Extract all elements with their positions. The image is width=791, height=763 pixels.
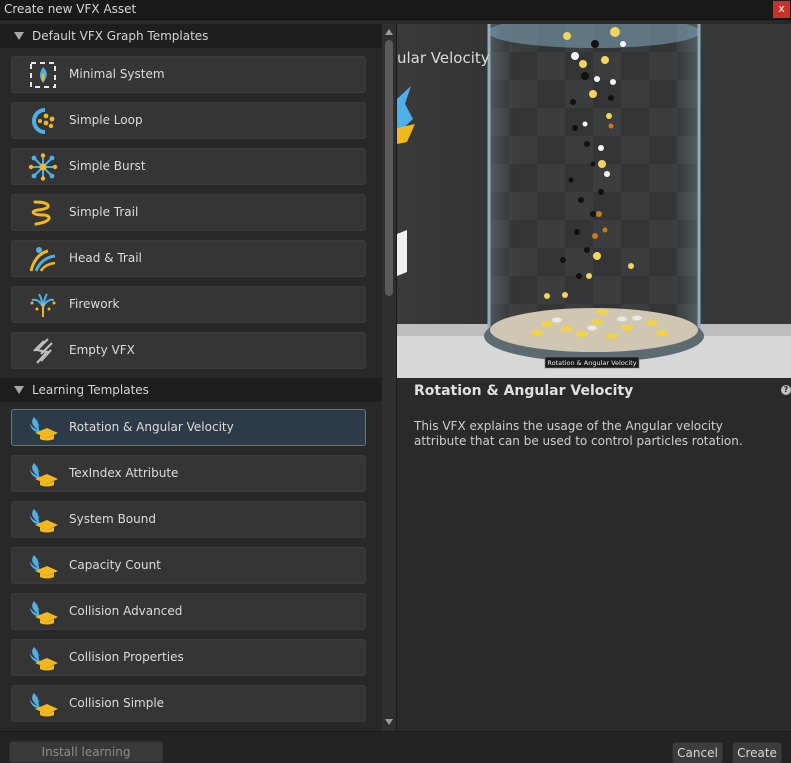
- template-label: Collision Advanced: [69, 604, 183, 618]
- simple-trail-icon: [28, 199, 58, 227]
- template-item-minimal-system[interactable]: Minimal System: [11, 56, 366, 93]
- template-label: Minimal System: [69, 67, 165, 81]
- section-header-learning[interactable]: Learning Templates: [0, 378, 382, 402]
- template-label: Collision Properties: [69, 650, 184, 664]
- learning-template-icon: [28, 414, 58, 442]
- template-item-capacity-count[interactable]: Capacity Count: [11, 547, 366, 584]
- template-item-rotation-angular-velocity[interactable]: Rotation & Angular Velocity: [11, 409, 366, 446]
- template-list-panel: Default VFX Graph Templates Minimal Syst…: [0, 24, 396, 731]
- section-title: Learning Templates: [32, 383, 149, 397]
- template-label: Simple Loop: [69, 113, 143, 127]
- template-list-scrollbar[interactable]: [382, 24, 396, 731]
- collapse-arrow-icon[interactable]: [14, 32, 24, 40]
- template-label: Rotation & Angular Velocity: [69, 420, 234, 434]
- template-item-collision-simple[interactable]: Collision Simple: [11, 685, 366, 722]
- template-label: Head & Trail: [69, 251, 142, 265]
- template-label: Firework: [69, 297, 120, 311]
- simple-burst-icon: [28, 153, 58, 181]
- template-label: System Bound: [69, 512, 156, 526]
- learning-template-icon: [28, 552, 58, 580]
- template-item-collision-properties[interactable]: Collision Properties: [11, 639, 366, 676]
- template-description: This VFX explains the usage of the Angul…: [414, 419, 743, 448]
- empty-vfx-icon: [28, 337, 58, 365]
- preview-overlay-title: ular Velocity: [397, 49, 490, 67]
- preview-plate-label: Rotation & Angular Velocity: [547, 359, 636, 367]
- section-title: Default VFX Graph Templates: [32, 29, 209, 43]
- template-item-system-bound[interactable]: System Bound: [11, 501, 366, 538]
- details-panel: Rotation & Angular Velocity ular Velocit…: [396, 24, 791, 731]
- template-label: Capacity Count: [69, 558, 161, 572]
- scroll-up-icon[interactable]: [385, 29, 393, 35]
- template-label: TexIndex Attribute: [69, 466, 179, 480]
- section-header-default[interactable]: Default VFX Graph Templates: [0, 24, 382, 48]
- template-label: Collision Simple: [69, 696, 165, 710]
- learning-template-icon: [28, 506, 58, 534]
- learning-template-icon: [28, 598, 58, 626]
- template-item-collision-advanced[interactable]: Collision Advanced: [11, 593, 366, 630]
- window-titlebar: Create new VFX Asset x: [0, 0, 791, 20]
- template-label: Empty VFX: [69, 343, 135, 357]
- template-item-texindex-attribute[interactable]: TexIndex Attribute: [11, 455, 366, 492]
- template-label: Simple Burst: [69, 159, 146, 173]
- head-trail-icon: [28, 245, 58, 273]
- help-icon[interactable]: ?: [781, 385, 791, 395]
- template-detail-title: Rotation & Angular Velocity: [414, 383, 634, 399]
- template-label: Simple Trail: [69, 205, 139, 219]
- collapse-arrow-icon[interactable]: [14, 386, 24, 394]
- template-item-empty-vfx[interactable]: Empty VFX: [11, 332, 366, 369]
- learning-template-icon: [28, 644, 58, 672]
- template-item-firework[interactable]: Firework: [11, 286, 366, 323]
- template-preview-image: Rotation & Angular Velocity ular Velocit…: [397, 24, 791, 378]
- create-button[interactable]: Create: [732, 742, 782, 763]
- template-item-simple-loop[interactable]: Simple Loop: [11, 102, 366, 139]
- template-item-simple-trail[interactable]: Simple Trail: [11, 194, 366, 231]
- dialog-footer: Install learning templates Cancel Create: [0, 731, 791, 763]
- learning-template-icon: [28, 460, 58, 488]
- close-icon[interactable]: x: [773, 1, 790, 18]
- preview-scene: Rotation & Angular Velocity: [397, 24, 791, 378]
- cancel-button[interactable]: Cancel: [672, 742, 723, 763]
- template-item-head-trail[interactable]: Head & Trail: [11, 240, 366, 277]
- window-title: Create new VFX Asset: [4, 2, 137, 16]
- simple-loop-icon: [28, 107, 58, 135]
- learning-template-icon: [28, 690, 58, 718]
- install-learning-templates-button[interactable]: Install learning templates: [9, 741, 163, 763]
- minimal-system-icon: [28, 61, 58, 89]
- scroll-down-icon[interactable]: [385, 719, 393, 725]
- template-item-simple-burst[interactable]: Simple Burst: [11, 148, 366, 185]
- firework-icon: [28, 291, 58, 319]
- scrollbar-thumb[interactable]: [385, 40, 393, 296]
